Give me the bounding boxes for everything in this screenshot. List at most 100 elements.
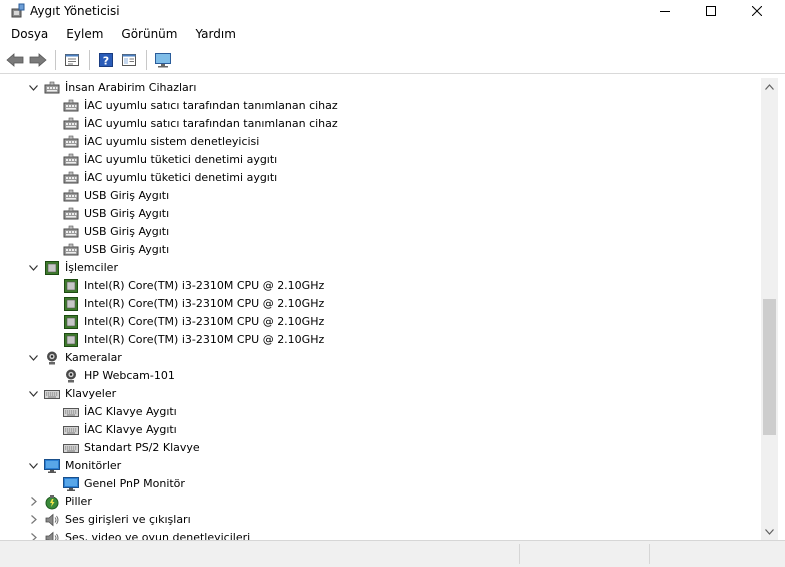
hid-icon	[63, 152, 79, 168]
scroll-up-button[interactable]	[761, 78, 778, 95]
menu-bar: Dosya Eylem Görünüm Yardım	[0, 22, 785, 46]
tree-item-label: Ses, video ve oyun denetleyicileri	[65, 531, 251, 540]
maximize-button[interactable]	[688, 0, 734, 22]
tree-category[interactable]: Ses, video ve oyun denetleyicileri	[0, 529, 761, 540]
collapse-chevron-right-icon[interactable]	[29, 515, 38, 524]
expand-chevron-down-icon[interactable]	[29, 83, 38, 92]
tree-item-label: Piller	[65, 495, 92, 508]
camera-icon	[63, 368, 79, 384]
tree-item-label: İşlemciler	[65, 261, 118, 274]
tree-device[interactable]: İAC uyumlu tüketici denetimi aygıtı	[0, 151, 761, 169]
processor-icon	[63, 296, 79, 312]
tree-category[interactable]: Ses girişleri ve çıkışları	[0, 511, 761, 529]
tree-device[interactable]: İAC uyumlu tüketici denetimi aygıtı	[0, 169, 761, 187]
tree-item-label: Ses girişleri ve çıkışları	[65, 513, 191, 526]
toolbar: ?	[0, 46, 785, 74]
toggle-pane-icon	[122, 53, 136, 66]
chevron-down-icon	[765, 528, 774, 535]
tree-device[interactable]: USB Giriş Aygıtı	[0, 187, 761, 205]
tree-device[interactable]: Intel(R) Core(TM) i3-2310M CPU @ 2.10GHz	[0, 331, 761, 349]
tree-item-label: İAC uyumlu tüketici denetimi aygıtı	[84, 153, 278, 166]
expand-chevron-down-icon[interactable]	[29, 353, 38, 362]
processor-icon	[63, 314, 79, 330]
tree-item-label: İAC uyumlu satıcı tarafından tanımlanan …	[84, 99, 338, 112]
tree-item-label: İAC uyumlu sistem denetleyicisi	[84, 135, 260, 148]
window-title: Aygıt Yöneticisi	[30, 4, 120, 18]
tree-device[interactable]: İAC Klavye Aygıtı	[0, 421, 761, 439]
tree-item-label: Standart PS/2 Klavye	[84, 441, 200, 454]
help-button[interactable]: ?	[95, 49, 117, 71]
forward-button[interactable]	[27, 49, 49, 71]
processor-icon	[44, 260, 60, 276]
hid-icon	[44, 80, 60, 96]
scrollbar-thumb[interactable]	[763, 299, 776, 436]
device-tree: İnsan Arabirim Cihazları İAC uyumlu satıc…	[0, 78, 761, 540]
close-button[interactable]	[734, 0, 780, 22]
processor-icon	[63, 278, 79, 294]
tree-category[interactable]: İşlemciler	[0, 259, 761, 277]
scroll-down-button[interactable]	[761, 523, 778, 540]
device-manager-icon	[10, 3, 26, 19]
tree-device[interactable]: İAC uyumlu satıcı tarafından tanımlanan …	[0, 97, 761, 115]
collapse-chevron-right-icon[interactable]	[29, 497, 38, 506]
scan-hardware-button[interactable]	[152, 49, 174, 71]
forward-icon	[29, 52, 47, 67]
tree-item-label: Genel PnP Monitör	[84, 477, 185, 490]
hid-icon	[63, 242, 79, 258]
tree-device[interactable]: Intel(R) Core(TM) i3-2310M CPU @ 2.10GHz	[0, 277, 761, 295]
tree-item-label: Intel(R) Core(TM) i3-2310M CPU @ 2.10GHz	[84, 297, 325, 310]
tree-category[interactable]: Piller	[0, 493, 761, 511]
toggle-pane-button[interactable]	[118, 49, 140, 71]
tree-category[interactable]: İnsan Arabirim Cihazları	[0, 79, 761, 97]
menu-action[interactable]: Eylem	[57, 22, 112, 46]
back-button[interactable]	[4, 49, 26, 71]
tree-device[interactable]: İAC uyumlu satıcı tarafından tanımlanan …	[0, 115, 761, 133]
tree-category[interactable]: Klavyeler	[0, 385, 761, 403]
collapse-chevron-right-icon[interactable]	[29, 533, 38, 540]
tree-device[interactable]: HP Webcam-101	[0, 367, 761, 385]
tree-device[interactable]: USB Giriş Aygıtı	[0, 241, 761, 259]
toolbar-separator	[89, 49, 90, 70]
monitor-icon	[63, 476, 79, 492]
tree-device[interactable]: İAC Klavye Aygıtı	[0, 403, 761, 421]
battery-icon	[44, 494, 60, 510]
tree-item-label: HP Webcam-101	[84, 369, 175, 382]
back-icon	[6, 52, 24, 67]
tree-item-label: İnsan Arabirim Cihazları	[65, 81, 197, 94]
tree-item-label: Monitörler	[65, 459, 122, 472]
minimize-button[interactable]	[642, 0, 688, 22]
title-bar: Aygıt Yöneticisi	[0, 0, 785, 22]
tree-category[interactable]: Kameralar	[0, 349, 761, 367]
expand-chevron-down-icon[interactable]	[29, 389, 38, 398]
expand-chevron-down-icon[interactable]	[29, 461, 38, 470]
properties-button[interactable]	[61, 49, 83, 71]
tree-item-label: İAC Klavye Aygıtı	[84, 405, 177, 418]
vertical-scrollbar[interactable]	[761, 78, 778, 540]
tree-device[interactable]: Standart PS/2 Klavye	[0, 439, 761, 457]
svg-text:?: ?	[103, 54, 109, 67]
tree-device[interactable]: Genel PnP Monitör	[0, 475, 761, 493]
processor-icon	[63, 332, 79, 348]
speaker-icon	[44, 530, 60, 540]
hid-icon	[63, 188, 79, 204]
camera-icon	[44, 350, 60, 366]
tree-device[interactable]: Intel(R) Core(TM) i3-2310M CPU @ 2.10GHz	[0, 295, 761, 313]
keyboard-icon	[44, 386, 60, 402]
tree-device[interactable]: USB Giriş Aygıtı	[0, 205, 761, 223]
tree-item-label: İAC Klavye Aygıtı	[84, 423, 177, 436]
properties-icon	[65, 53, 79, 66]
menu-view[interactable]: Görünüm	[112, 22, 186, 46]
tree-device[interactable]: Intel(R) Core(TM) i3-2310M CPU @ 2.10GHz	[0, 313, 761, 331]
hid-icon	[63, 116, 79, 132]
minimize-icon	[660, 11, 670, 12]
tree-device[interactable]: USB Giriş Aygıtı	[0, 223, 761, 241]
tree-category[interactable]: Monitörler	[0, 457, 761, 475]
help-icon: ?	[99, 52, 113, 67]
expand-chevron-down-icon[interactable]	[29, 263, 38, 272]
hid-icon	[63, 224, 79, 240]
menu-help[interactable]: Yardım	[186, 22, 244, 46]
tree-device[interactable]: İAC uyumlu sistem denetleyicisi	[0, 133, 761, 151]
menu-file[interactable]: Dosya	[2, 22, 57, 46]
monitor-icon	[44, 458, 60, 474]
tree-item-label: Intel(R) Core(TM) i3-2310M CPU @ 2.10GHz	[84, 279, 325, 292]
